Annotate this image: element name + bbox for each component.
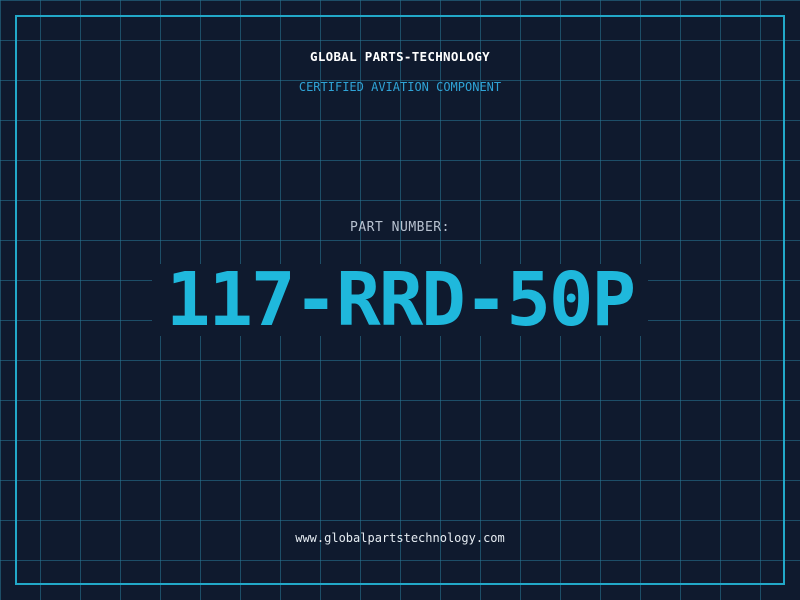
certification-tagline: CERTIFIED AVIATION COMPONENT (298, 80, 502, 94)
part-number-label: PART NUMBER: (350, 220, 450, 235)
website-url: www.globalpartstechnology.com (295, 531, 505, 545)
label-card: GLOBAL PARTS-TECHNOLOGY CERTIFIED AVIATI… (0, 0, 800, 600)
part-number-box: 117-RRD-50P (152, 257, 648, 343)
company-name: GLOBAL PARTS-TECHNOLOGY (310, 49, 490, 64)
part-number-value: 117-RRD-50P (165, 257, 636, 343)
